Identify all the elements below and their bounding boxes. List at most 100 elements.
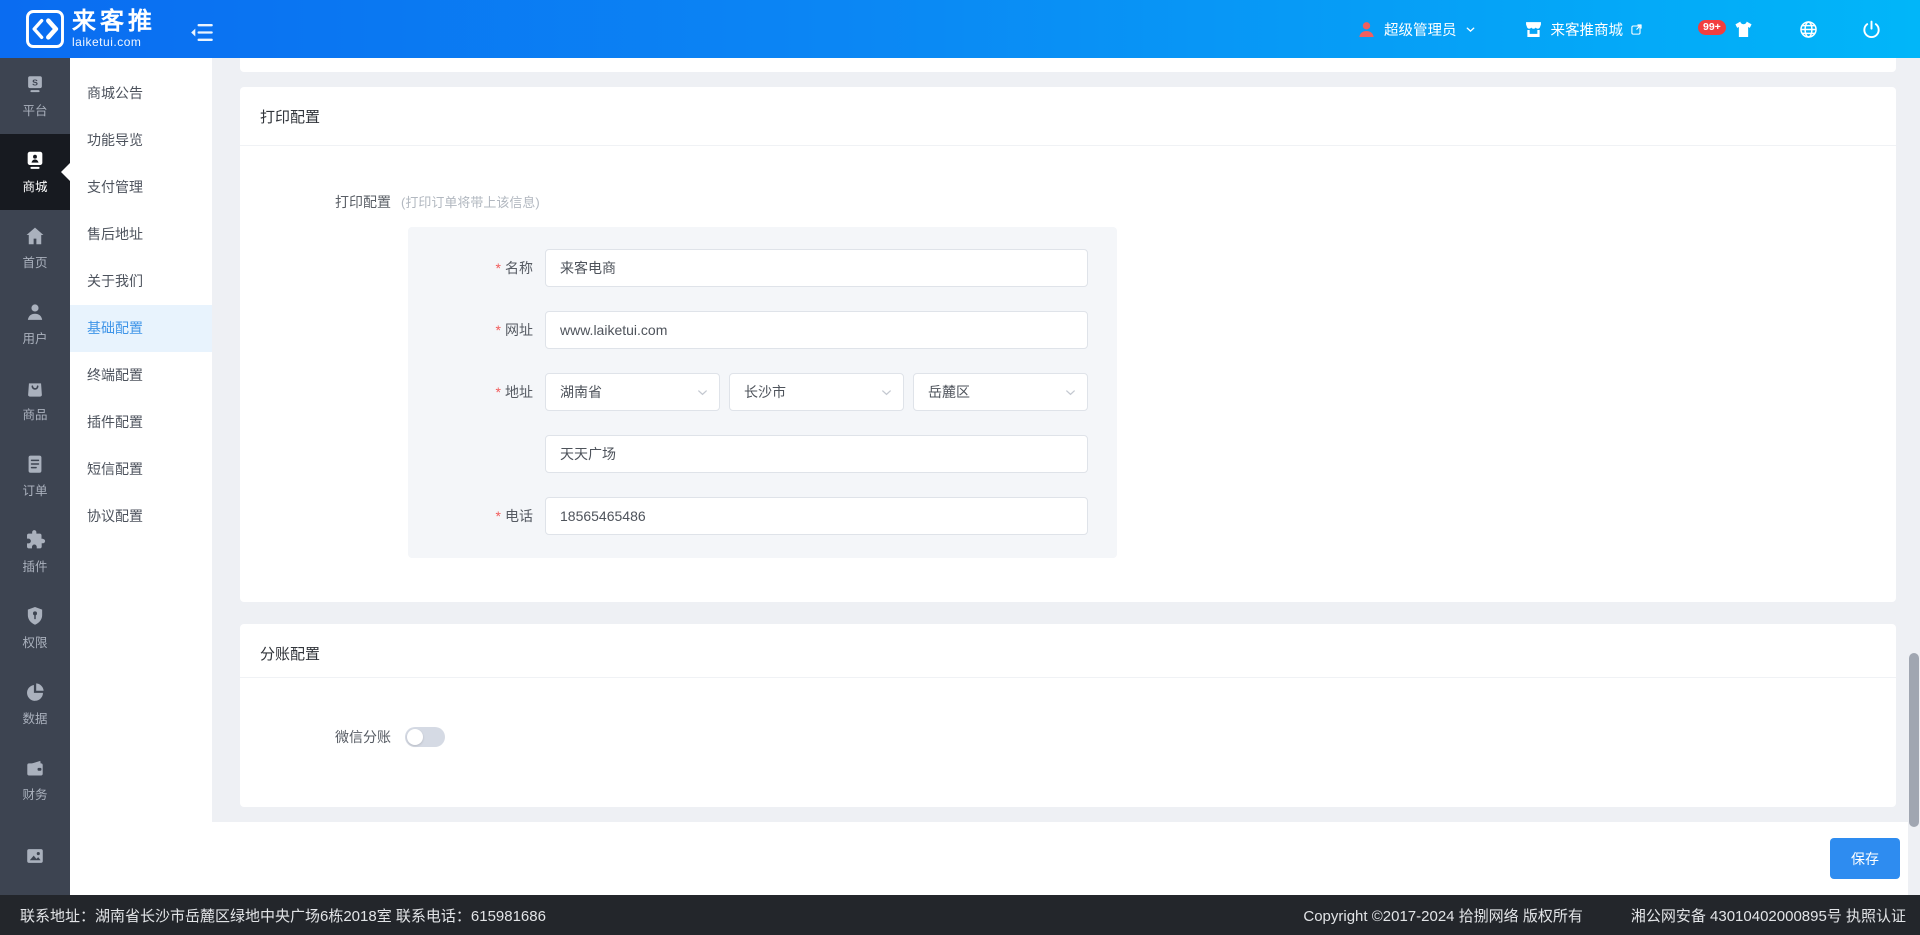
page-footer: 联系地址：湖南省长沙市岳麓区绿地中央广场6栋2018室 联系电话：6159816… [0, 895, 1920, 935]
user-name: 超级管理员 [1384, 22, 1457, 39]
sidebar-item-label: 首页 [22, 256, 48, 270]
address-detail-input[interactable] [545, 435, 1088, 473]
divider [240, 145, 1896, 146]
menu-item-1[interactable]: 功能导览 [70, 117, 212, 164]
external-link-icon [1630, 23, 1643, 36]
menu-item-8[interactable]: 短信配置 [70, 446, 212, 493]
chevron-down-icon [1063, 385, 1078, 400]
menu-item-9[interactable]: 协议配置 [70, 493, 212, 540]
menu-item-0[interactable]: 商城公告 [70, 70, 212, 117]
data-icon [24, 681, 46, 703]
header-actions: 超级管理员 来客推商城 99+ [1356, 0, 1882, 58]
split-account-card: 分账配置 微信分账 [240, 624, 1896, 807]
mall-icon [24, 149, 46, 171]
store-icon [1523, 19, 1544, 40]
sidebar-item-finance[interactable]: 财务 [0, 742, 70, 818]
sidebar-item-data[interactable]: 数据 [0, 666, 70, 742]
city-value: 长沙市 [744, 384, 786, 400]
user-icon [24, 301, 46, 323]
sidebar-item-label: 财务 [22, 788, 48, 802]
footer-contact: 联系地址：湖南省长沙市岳麓区绿地中央广场6栋2018室 联系电话：6159816… [20, 907, 546, 925]
vertical-scrollbar-thumb[interactable] [1909, 653, 1919, 827]
auth-icon [24, 605, 46, 627]
sidebar-item-goods[interactable]: 商品 [0, 362, 70, 438]
district-value: 岳麓区 [928, 384, 970, 400]
sidebar-item-users[interactable]: 用户 [0, 286, 70, 362]
menu-item-4[interactable]: 关于我们 [70, 258, 212, 305]
sidebar-item-media[interactable] [0, 818, 70, 894]
toggle-knob [407, 729, 423, 745]
print-form-panel: 名称 网址 地址 湖南省 长沙市 岳麓区 [408, 227, 1117, 558]
sidebar-item-label: 插件 [22, 560, 48, 574]
save-bar: 保存 [212, 822, 1908, 895]
district-select[interactable]: 岳麓区 [913, 373, 1088, 411]
form-row-website: 网址 [408, 311, 1117, 349]
app-title: 来客推 [72, 8, 156, 35]
home-icon [24, 225, 46, 247]
website-input[interactable] [545, 311, 1088, 349]
sidebar-item-mall[interactable]: 商城 [0, 134, 70, 210]
top-header: 来客推 laiketui.com 超级管理员 来客推商城 99+ [0, 0, 1920, 58]
sidebar-item-label: 商品 [22, 408, 48, 422]
app-logo[interactable]: 来客推 laiketui.com [0, 9, 156, 49]
form-row-address: 地址 湖南省 长沙市 岳麓区 [408, 373, 1117, 411]
logo-icon [25, 9, 65, 49]
menu-item-2[interactable]: 支付管理 [70, 164, 212, 211]
plugin-icon [24, 529, 46, 551]
sidebar-item-plugins[interactable]: 插件 [0, 514, 70, 590]
sidebar-item-home[interactable]: 首页 [0, 210, 70, 286]
menu-item-6[interactable]: 终端配置 [70, 352, 212, 399]
app-subtitle: laiketui.com [72, 35, 142, 49]
footer-security: 湘公网安备 43010402000895号 执照认证 [1630, 907, 1906, 925]
goods-icon [24, 377, 46, 399]
sidebar-item-platform[interactable]: S 平台 [0, 58, 70, 134]
sidebar-item-orders[interactable]: 订单 [0, 438, 70, 514]
print-group-hint: (打印订单将带上该信息) [401, 195, 540, 210]
notification-badge: 99+ [1698, 20, 1726, 35]
menu-item-7[interactable]: 插件配置 [70, 399, 212, 446]
sidebar-item-label: 商城 [22, 180, 48, 194]
province-value: 湖南省 [560, 384, 602, 400]
shop-link[interactable]: 来客推商城 [1523, 19, 1644, 40]
menu-collapse-icon[interactable] [188, 19, 215, 41]
platform-icon: S [24, 73, 46, 95]
wechat-split-row: 微信分账 [335, 727, 445, 747]
chevron-down-icon [1464, 23, 1477, 36]
save-button[interactable]: 保存 [1830, 838, 1900, 879]
sidebar-item-label: 权限 [22, 636, 48, 650]
wechat-split-toggle[interactable] [405, 727, 445, 747]
name-label: 名称 [408, 258, 545, 278]
phone-label: 电话 [408, 506, 545, 526]
form-row-phone: 电话 [408, 497, 1117, 535]
sidebar-item-label: 用户 [22, 332, 48, 346]
province-select[interactable]: 湖南省 [545, 373, 720, 411]
address-label: 地址 [408, 382, 545, 402]
sidebar-item-label: 平台 [22, 104, 48, 118]
power-icon[interactable] [1861, 19, 1882, 40]
secondary-sidebar: 商城公告 功能导览 支付管理 售后地址 关于我们 基础配置 终端配置 插件配置 短信配置 协议配置 [70, 58, 212, 895]
phone-input[interactable] [545, 497, 1088, 535]
name-input[interactable] [545, 249, 1088, 287]
order-icon [24, 453, 46, 475]
city-select[interactable]: 长沙市 [729, 373, 904, 411]
user-menu[interactable]: 超级管理员 [1356, 19, 1477, 40]
sidebar-item-label: 数据 [22, 712, 48, 726]
divider [240, 677, 1896, 678]
sidebar-item-permissions[interactable]: 权限 [0, 590, 70, 666]
print-group-label: 打印配置 [335, 194, 391, 210]
shop-name: 来客推商城 [1550, 22, 1624, 39]
finance-icon [24, 757, 46, 779]
shirt-icon[interactable] [1733, 19, 1754, 40]
menu-item-3[interactable]: 售后地址 [70, 211, 212, 258]
form-row-name: 名称 [408, 249, 1117, 287]
website-label: 网址 [408, 320, 545, 340]
globe-icon[interactable] [1798, 19, 1819, 40]
wechat-split-label: 微信分账 [335, 729, 391, 745]
previous-card-edge [240, 58, 1896, 72]
form-row-address-detail [408, 435, 1117, 473]
image-icon [24, 845, 46, 867]
menu-item-5[interactable]: 基础配置 [70, 305, 212, 352]
main-content: 打印配置 打印配置 (打印订单将带上该信息) 名称 网址 地址 湖南省 [212, 58, 1920, 895]
chevron-down-icon [695, 385, 710, 400]
chevron-down-icon [879, 385, 894, 400]
